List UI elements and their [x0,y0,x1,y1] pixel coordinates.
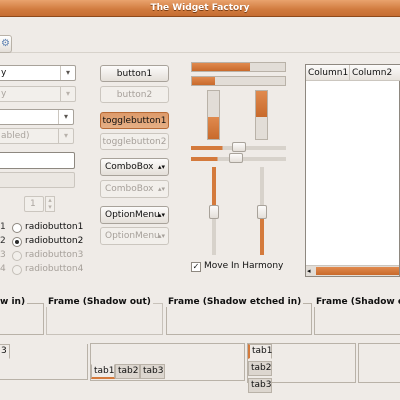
tab-bottom-2-label: tab2 [118,366,139,376]
option-menu-1-label: OptionMenu [105,210,160,220]
toggle-button-1[interactable]: togglebutton1 [100,112,169,129]
radio-button-1[interactable] [12,223,22,233]
column-1-label: Column1 [308,68,349,78]
tab-right-3-label: tab3 [251,380,272,390]
window-title: The Widget Factory [150,3,250,13]
column-header-1[interactable]: Column1 [306,65,350,81]
frame-label-2: Frame (Shadow out) [46,297,153,307]
radio-button-4 [12,265,22,275]
chevron-updown-icon: ▴▾ [157,232,165,240]
combo-box-button-1[interactable]: ComboBox ▴▾ [100,158,169,176]
frame-shadow-out [46,303,163,335]
notebook-far-right [358,343,400,383]
frame-label-3: Frame (Shadow etched in) [166,297,304,307]
button-2: button2 [100,86,169,103]
chevron-updown-icon: ▴▾ [157,163,165,171]
radio-button-3 [12,251,22,261]
tab-left-3-label: 3 [1,346,7,356]
radio-3-number: 3 [0,250,6,260]
scale-slider-vertical-1[interactable] [209,205,219,219]
progress-bar-horizontal-1 [191,62,286,72]
progress-fill-3 [208,117,219,139]
progress-bar-vertical-2 [255,90,268,140]
toolbar [0,17,400,53]
harmony-checkbox[interactable]: ✓ [191,262,201,272]
combo-box-2-text: y [1,89,7,99]
chevron-updown-icon: ▴▾ [157,211,165,219]
text-entry[interactable] [0,152,75,169]
combo-box-button-2-label: ComboBox [105,184,154,194]
radio-4-number: 4 [0,264,6,274]
scale-slider-horizontal-1[interactable] [232,142,246,152]
scale-slider-vertical-2[interactable] [257,205,267,219]
spin-button: 1 [24,196,44,212]
notebook-left [0,344,88,380]
progress-bar-vertical-1 [207,90,220,140]
radio-1-number: 1 [0,222,6,232]
column-header-2[interactable]: Column2 [350,65,400,81]
toolbar-button[interactable]: ⚙ [0,35,12,53]
spin-value: 1 [30,199,36,209]
chevron-down-icon: ▾ [60,87,75,101]
combo-box-1-text: y [1,68,7,78]
radio-label-2: radiobutton2 [25,236,84,246]
tab-bottom-1-label: tab1 [94,366,115,376]
radio-2-number: 2 [0,236,6,246]
frame-shadow-in [0,303,44,335]
tab-bottom-1[interactable]: tab1 [91,364,115,379]
tree-scrollbar[interactable]: ◂ [306,265,399,276]
gear-icon: ⚙ [1,38,10,49]
column-2-label: Column2 [352,68,393,78]
chevron-down-icon: ▾ [60,66,75,80]
progress-fill-2 [192,77,216,85]
tab-bottom-3[interactable]: tab3 [140,364,165,379]
text-entry-disabled [0,172,75,188]
harmony-label: Move In Harmony [204,261,284,271]
radio-group: 1 radiobutton1 2 radiobutton2 3 radiobut… [0,222,84,278]
combo-box-2: y ▾ [0,86,76,102]
progress-fill-4 [256,91,267,118]
option-menu-2-label: OptionMenu [105,231,160,241]
chevron-down-icon: ▾ [58,129,73,143]
combo-entry-2: abled) ▾ [0,128,74,144]
combo-entry-2-text: abled) [1,131,30,141]
button-1[interactable]: button1 [100,65,169,82]
toggle-button-2: togglebutton2 [100,133,169,150]
tab-bottom-3-label: tab3 [143,366,164,376]
tab-bottom-2[interactable]: tab2 [115,364,140,379]
combo-box-1[interactable]: y ▾ [0,65,76,81]
radio-label-1: radiobutton1 [25,222,84,232]
option-menu-2: OptionMenu ▴▾ [100,227,169,245]
tab-right-2-label: tab2 [251,363,272,373]
tab-right-3[interactable]: tab3 [248,378,272,393]
option-menu-1[interactable]: OptionMenu ▴▾ [100,206,169,224]
progress-bar-horizontal-2 [191,76,286,86]
spin-arrows: ▴ ▾ [45,196,55,212]
scroll-left-arrow-icon[interactable]: ◂ [307,266,311,276]
tree-view[interactable]: Column1 Column2 ◂ [305,64,400,277]
tab-right-2[interactable]: tab2 [248,361,272,376]
radio-button-2[interactable] [12,237,22,247]
progress-fill-1 [192,63,250,71]
chevron-updown-icon: ▴▾ [157,185,165,193]
radio-label-3: radiobutton3 [25,250,84,260]
radio-label-4: radiobutton4 [25,264,84,274]
frame-label-4: Frame (Shadow e [314,297,400,307]
frame-shadow-etched-out [314,303,400,335]
tab-left-3[interactable]: 3 [0,344,10,359]
tab-right-1[interactable]: tab1 [248,344,272,359]
chevron-down-icon: ▾ [58,110,73,124]
title-bar: The Widget Factory [0,0,400,17]
frame-shadow-etched-in [166,303,312,335]
combo-box-button-2: ComboBox ▴▾ [100,180,169,198]
combo-box-button-1-label: ComboBox [105,162,154,172]
scrollbar-thumb[interactable] [316,267,399,275]
tab-right-1-label: tab1 [252,346,273,356]
frame-label-1: w in) [0,297,28,307]
scale-slider-horizontal-2[interactable] [229,153,243,163]
combo-entry-1[interactable]: ▾ [0,109,74,125]
